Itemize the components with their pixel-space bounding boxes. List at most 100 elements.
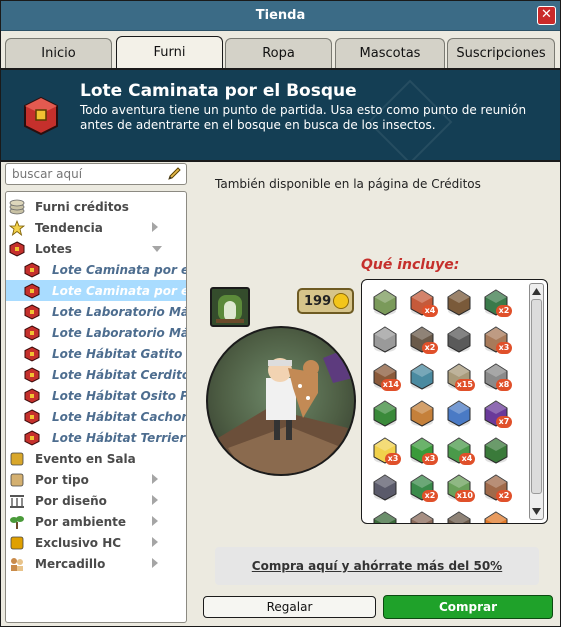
category-item[interactable]: Por diseño — [6, 490, 186, 511]
page-title: Lote Caminata por el Bosque — [80, 81, 357, 101]
bundle-cube-icon — [9, 240, 25, 257]
category-label: Lotes — [35, 241, 72, 256]
category-label: Lote Laboratorio Mágico — [52, 304, 186, 319]
quantity-badge: x7 — [496, 416, 512, 428]
category-label: Lote Caminata por el Bosque — [52, 262, 186, 277]
tab-mascotas[interactable]: Mascotas — [335, 38, 445, 68]
quantity-badge: x4 — [459, 453, 475, 465]
bundle-item[interactable]: x3 — [479, 322, 513, 356]
quantity-badge: x2 — [422, 342, 438, 354]
bundle-item[interactable]: x2 — [479, 285, 513, 319]
bundle-item[interactable] — [368, 285, 402, 319]
tab-ropa[interactable]: Ropa — [225, 38, 332, 68]
price-value: 199 — [304, 293, 332, 309]
fountain-icon — [410, 363, 434, 390]
scrollbar[interactable] — [529, 283, 544, 520]
scroll-up-icon[interactable] — [531, 286, 542, 297]
bundle-item[interactable] — [442, 285, 476, 319]
chevron-down-icon — [152, 246, 162, 252]
category-item[interactable]: Lotes — [6, 238, 186, 259]
bundle-item[interactable] — [368, 322, 402, 356]
bundle-item[interactable] — [405, 507, 439, 523]
title-bar[interactable]: Tienda ✕ — [1, 1, 560, 31]
rock-icon — [373, 326, 397, 353]
bundle-item[interactable]: x2 — [405, 322, 439, 356]
lantern-icon — [373, 474, 397, 501]
category-subitem[interactable]: Lote Caminata por el Bosque — [6, 259, 186, 280]
close-button[interactable]: ✕ — [537, 6, 556, 25]
category-subitem[interactable]: Lote Hábitat Gatito — [6, 343, 186, 364]
bundle-item[interactable] — [368, 507, 402, 523]
tab-label: Ropa — [262, 46, 295, 61]
category-subitem[interactable]: Lote Laboratorio Mágico — [6, 322, 186, 343]
search-input[interactable] — [10, 166, 160, 182]
category-item[interactable]: Evento en Sala — [6, 448, 186, 469]
promo-banner[interactable]: Compra aquí y ahórrate más del 50% — [215, 547, 539, 585]
gift-button[interactable]: Regalar — [203, 596, 376, 618]
tab-label: Inicio — [41, 46, 76, 61]
category-label: Por diseño — [35, 493, 107, 508]
category-item[interactable]: Furni créditos — [6, 196, 186, 217]
bundle-item[interactable]: x4 — [405, 285, 439, 319]
gift-button-label: Regalar — [266, 600, 313, 614]
bundle-item[interactable]: x14 — [368, 359, 402, 393]
branch-icon — [447, 511, 471, 523]
bundle-item[interactable] — [405, 359, 439, 393]
tab-suscripciones[interactable]: Suscripciones — [447, 38, 555, 68]
close-icon: ✕ — [541, 7, 552, 22]
bundle-item[interactable]: x2 — [405, 470, 439, 504]
category-subitem[interactable]: Lote Hábitat Cachorro — [6, 406, 186, 427]
category-item[interactable]: Tendencia — [6, 217, 186, 238]
quantity-badge: x3 — [422, 453, 438, 465]
category-label: Por ambiente — [35, 514, 126, 529]
bundle-item[interactable]: x7 — [479, 396, 513, 430]
quantity-badge: x2 — [496, 305, 512, 317]
category-item[interactable]: Por ambiente — [6, 511, 186, 532]
buy-button[interactable]: Comprar — [383, 595, 553, 619]
tab-furni[interactable]: Furni — [116, 36, 223, 68]
bundle-item[interactable]: x4 — [442, 433, 476, 467]
category-subitem[interactable]: Lote Hábitat Osito Polar — [6, 385, 186, 406]
bundle-item[interactable] — [479, 507, 513, 523]
bundle-item[interactable]: x3 — [405, 433, 439, 467]
category-subitem[interactable]: Lote Caminata por el Bosque — [6, 280, 186, 301]
category-subitem[interactable]: Lote Hábitat Cerdito — [6, 364, 186, 385]
quantity-badge: x10 — [454, 490, 475, 502]
hc-badge-icon — [10, 536, 24, 549]
bundle-item[interactable] — [479, 433, 513, 467]
category-subitem[interactable]: Lote Laboratorio Mágico — [6, 301, 186, 322]
box-icon — [10, 473, 24, 486]
tab-inicio[interactable]: Inicio — [5, 38, 112, 68]
bundle-item[interactable] — [442, 507, 476, 523]
tab-bar: Inicio Furni Ropa Mascotas Suscripciones — [1, 32, 560, 68]
bundle-cube-icon — [24, 282, 40, 299]
bundle-item[interactable] — [368, 470, 402, 504]
category-subitem[interactable]: Lote Hábitat Terrier — [6, 427, 186, 448]
bundle-cube-icon — [24, 387, 40, 404]
bundle-item[interactable]: x8 — [479, 359, 513, 393]
includes-heading: Qué incluye: — [361, 257, 460, 273]
credit-coin-icon — [333, 293, 349, 309]
bundle-item[interactable] — [442, 322, 476, 356]
bundle-item[interactable] — [368, 396, 402, 430]
search-box[interactable] — [5, 163, 187, 185]
category-item[interactable]: Exclusivo HC — [6, 532, 186, 553]
category-label: Exclusivo HC — [35, 535, 122, 550]
scroll-down-icon[interactable] — [531, 506, 542, 517]
bundle-item[interactable] — [405, 396, 439, 430]
pencil-icon[interactable] — [166, 166, 182, 182]
oak-tree-icon — [484, 437, 508, 464]
scroll-thumb[interactable] — [531, 299, 542, 494]
bundle-item[interactable]: x10 — [442, 470, 476, 504]
quantity-badge: x2 — [496, 490, 512, 502]
bundle-item[interactable]: x15 — [442, 359, 476, 393]
bundle-item[interactable]: x2 — [479, 470, 513, 504]
category-label: Lote Hábitat Terrier — [52, 430, 186, 445]
bundle-item[interactable]: x3 — [368, 433, 402, 467]
star-icon — [9, 219, 25, 236]
bundle-contents-grid: x4 x2 x2 x3 x14 x15 x8 x7 x3 x3 x4 x2 x10 x2 — [361, 279, 548, 524]
category-item[interactable]: Mercadillo — [6, 553, 186, 574]
category-item[interactable]: Por tipo — [6, 469, 186, 490]
promo-link[interactable]: Compra aquí y ahórrate más del 50% — [252, 559, 502, 573]
bundle-item[interactable] — [442, 396, 476, 430]
